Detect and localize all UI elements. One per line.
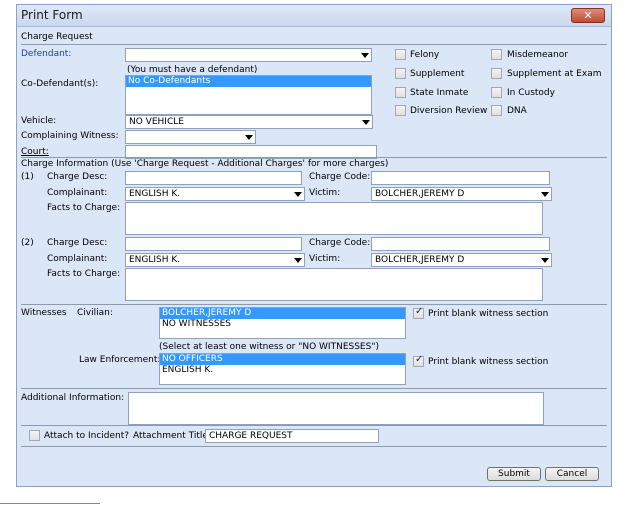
vehicle-label: Vehicle: (21, 116, 57, 126)
chevron-down-icon (361, 53, 369, 58)
charge-2-complainant-label: Complainant: (47, 254, 108, 264)
divider (21, 425, 607, 426)
additional-info-label: Additional Information: (21, 393, 125, 403)
charge-info-header: Charge Information (Use 'Charge Request … (21, 159, 389, 169)
charge-2-desc-label: Charge Desc: (47, 238, 108, 248)
state-inmate-label: State Inmate (410, 88, 469, 98)
defendant-select[interactable] (125, 48, 372, 62)
charge-2-victim-select[interactable]: BOLCHER,JEREMY D (371, 253, 552, 267)
attach-label: Attach to Incident? (44, 431, 130, 441)
divider (21, 304, 607, 305)
charge-1-index: (1) (21, 172, 34, 182)
misdemeanor-checkbox[interactable] (491, 49, 502, 60)
supplement-at-exam-label: Supplement at Exam (507, 69, 602, 79)
dna-label: DNA (507, 106, 527, 116)
charge-1-complainant-select[interactable]: ENGLISH K. (125, 187, 305, 201)
vehicle-select[interactable]: NO VEHICLE (125, 115, 373, 129)
section-charge-request: Charge Request (21, 32, 93, 42)
window-title: Print Form (21, 8, 83, 22)
print-blank-law-checkbox[interactable] (413, 354, 424, 367)
charge-1-desc-field[interactable] (125, 171, 302, 185)
chevron-down-icon (245, 135, 253, 140)
supplement-at-exam-checkbox[interactable] (491, 68, 502, 79)
list-item[interactable]: NO WITNESSES (160, 319, 405, 330)
complaining-witness-select[interactable] (125, 130, 256, 144)
codefendants-list[interactable]: No Co-Defendants (125, 75, 372, 115)
additional-info-field[interactable] (128, 392, 544, 425)
dna-checkbox[interactable] (491, 105, 502, 116)
attachment-title-field[interactable]: CHARGE REQUEST (205, 429, 379, 443)
civilian-label: Civilian: (77, 308, 113, 318)
divider (21, 446, 607, 447)
in-custody-checkbox[interactable] (491, 87, 502, 98)
title-bar: Print Form ✕ (17, 5, 611, 27)
charge-2-code-label: Charge Code: (309, 238, 371, 248)
charge-2-desc-field[interactable] (125, 237, 302, 251)
charge-2-index: (2) (21, 238, 34, 248)
complaining-witness-label: Complaining Witness: (21, 131, 119, 141)
diversion-review-checkbox[interactable] (395, 105, 406, 116)
charge-2-complainant-select[interactable]: ENGLISH K. (125, 253, 305, 267)
charge-1-desc-label: Charge Desc: (47, 172, 108, 182)
defendant-hint: (You must have a defendant) (127, 65, 258, 75)
charge-1-code-field[interactable] (371, 171, 550, 185)
print-blank-civilian-label: Print blank witness section (428, 309, 549, 319)
supplement-label: Supplement (410, 69, 465, 79)
attach-checkbox[interactable] (29, 430, 40, 441)
charge-2-victim-label: Victim: (309, 254, 341, 264)
law-enforcement-list[interactable]: NO OFFICERS ENGLISH K. (159, 353, 406, 385)
charge-2-facts-label: Facts to Charge: (47, 269, 121, 279)
court-label: Court: (21, 147, 49, 157)
felony-checkbox[interactable] (395, 49, 406, 60)
divider (0, 503, 100, 504)
cancel-button[interactable]: Cancel (545, 467, 599, 481)
charge-1-facts-field[interactable] (125, 202, 543, 235)
charge-1-facts-label: Facts to Charge: (47, 203, 121, 213)
witnesses-label: Witnesses (21, 308, 67, 318)
select-witness-hint: (Select at least one witness or "NO WITN… (159, 342, 379, 352)
list-item[interactable]: ENGLISH K. (160, 365, 405, 376)
misdemeanor-label: Misdemeanor (507, 50, 568, 60)
civilian-witness-list[interactable]: BOLCHER,JEREMY D NO WITNESSES (159, 307, 406, 339)
charge-2-code-field[interactable] (371, 237, 550, 251)
law-enforcement-label: Law Enforcement: (79, 355, 161, 365)
charge-1-victim-select[interactable]: BOLCHER,JEREMY D (371, 187, 552, 201)
chevron-down-icon (362, 120, 370, 125)
chevron-down-icon (294, 258, 302, 263)
list-item[interactable]: NO OFFICERS (160, 354, 405, 365)
charge-2-facts-field[interactable] (125, 268, 543, 301)
chevron-down-icon (541, 192, 549, 197)
chevron-down-icon (541, 258, 549, 263)
in-custody-label: In Custody (507, 88, 555, 98)
divider (21, 388, 607, 389)
charge-1-complainant-label: Complainant: (47, 188, 108, 198)
divider (21, 157, 607, 158)
state-inmate-checkbox[interactable] (395, 87, 406, 98)
print-blank-civilian-checkbox[interactable] (413, 306, 424, 319)
submit-button[interactable]: Submit (487, 467, 541, 481)
print-blank-law-label: Print blank witness section (428, 357, 549, 367)
charge-1-code-label: Charge Code: (309, 172, 371, 182)
print-form-window: Print Form ✕ Charge Request Defendant: (… (16, 4, 612, 487)
supplement-checkbox[interactable] (395, 68, 406, 79)
charge-1-victim-label: Victim: (309, 188, 341, 198)
diversion-review-label: Diversion Review (410, 106, 488, 116)
defendant-label: Defendant: (21, 49, 72, 59)
felony-label: Felony (410, 50, 440, 60)
list-item[interactable]: BOLCHER,JEREMY D (160, 308, 405, 319)
list-item[interactable]: No Co-Defendants (126, 76, 371, 87)
chevron-down-icon (294, 192, 302, 197)
codefendants-label: Co-Defendant(s): (21, 79, 99, 89)
divider (21, 44, 607, 45)
attachment-title-label: Attachment Title: (133, 431, 211, 441)
close-button[interactable]: ✕ (571, 8, 605, 23)
